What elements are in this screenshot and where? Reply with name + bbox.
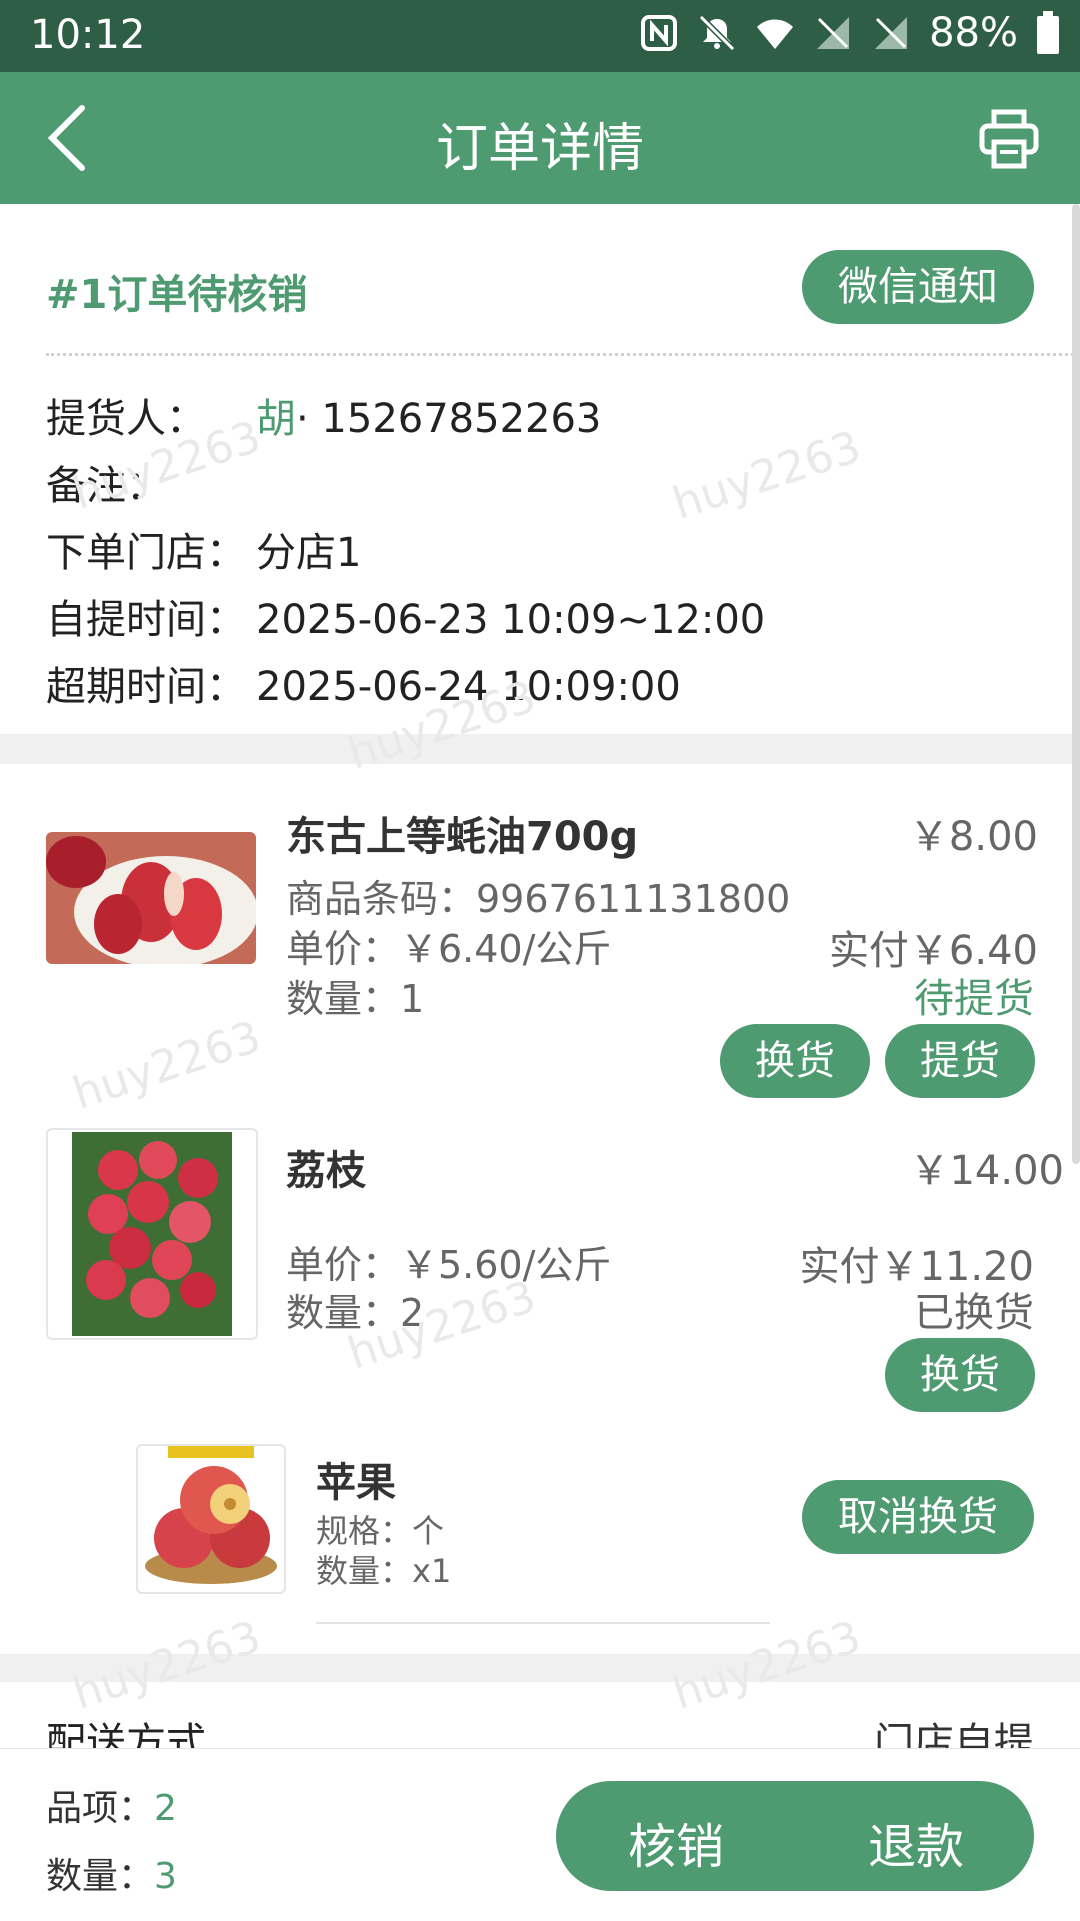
- note-label: 备注：: [46, 463, 166, 509]
- product-name: 东古上等蚝油700g: [286, 814, 639, 860]
- expire-time-value: 2025-06-24 10:09:00: [256, 664, 681, 710]
- delivery-value: 门店自提: [874, 1720, 1034, 1748]
- pickup-button[interactable]: 提货: [885, 1024, 1035, 1098]
- product-price: ￥14.00: [909, 1148, 1064, 1194]
- product-quantity: 数量：2: [286, 1291, 425, 1335]
- scrollbar[interactable]: [1072, 204, 1080, 1164]
- exchange-item-name: 苹果: [316, 1460, 396, 1506]
- exchange-button[interactable]: 换货: [885, 1338, 1035, 1412]
- quantity-label: 数量：: [46, 1856, 155, 1897]
- items-label: 品项：: [46, 1788, 155, 1829]
- section-separator: [0, 1654, 1080, 1682]
- pickup-person-row: 提货人： 胡· 15267852263: [46, 386, 601, 444]
- exchange-item-image-apple: [136, 1444, 286, 1594]
- action-button-group: 核销 退款: [556, 1781, 1034, 1891]
- expire-time-row: 超期时间： 2025-06-24 10:09:00: [46, 654, 681, 712]
- product-price: ￥8.00: [908, 814, 1038, 860]
- top-app-bar: 订单详情: [0, 72, 1080, 204]
- product-status: 已换货: [914, 1290, 1034, 1336]
- delivery-row: 配送方式 门店自提: [0, 1682, 1080, 1748]
- bell-off-icon: [698, 14, 736, 52]
- quantity-value: 3: [154, 1856, 177, 1897]
- wechat-notify-button[interactable]: 微信通知: [802, 250, 1034, 324]
- battery-icon: [1037, 11, 1059, 54]
- store-row: 下单门店： 分店1: [46, 520, 361, 578]
- watermark: huy2263: [66, 1011, 267, 1120]
- watermark: huy2263: [666, 421, 867, 530]
- wifi-icon: [757, 19, 794, 49]
- status-icons: 88%: [639, 10, 1060, 56]
- exchange-item-quantity: 数量：x1: [316, 1552, 452, 1590]
- store-label: 下单门店：: [46, 530, 246, 576]
- refund-button[interactable]: 退款: [868, 1807, 964, 1877]
- product-image-oyster-sauce: [46, 832, 256, 964]
- product-quantity: 数量：1: [286, 977, 425, 1021]
- bottom-bar: 品项：2 数量：3 核销 退款: [0, 1748, 1080, 1921]
- pickup-time-label: 自提时间：: [46, 597, 246, 643]
- items-value: 2: [154, 1788, 177, 1829]
- cancel-exchange-button[interactable]: 取消换货: [802, 1480, 1034, 1554]
- note-row: 备注：: [46, 453, 256, 511]
- product-image-lychee: [46, 1128, 258, 1340]
- section-separator: [0, 734, 1080, 764]
- printer-icon[interactable]: [978, 108, 1040, 170]
- sim-signal-2-icon: [875, 17, 908, 49]
- exchange-button[interactable]: 换货: [720, 1024, 870, 1098]
- divider: [46, 353, 1080, 356]
- product-barcode: 商品条码：9967611131800: [286, 877, 791, 921]
- verify-button[interactable]: 核销: [628, 1807, 724, 1877]
- product-status: 待提货: [914, 976, 1034, 1022]
- pickup-person-phone: · 15267852263: [296, 396, 602, 442]
- pickup-time-row: 自提时间： 2025-06-23 10:09~12:00: [46, 587, 765, 645]
- items-count: 品项：2: [46, 1779, 177, 1831]
- sim-signal-icon: [817, 17, 850, 49]
- page-title: 订单详情: [435, 119, 644, 179]
- battery-percent: 88%: [929, 10, 1018, 56]
- status-bar: 10:12 88%: [0, 0, 1080, 72]
- product-unit-price: 单价：￥6.40/公斤: [286, 927, 612, 971]
- exchange-divider: [316, 1622, 770, 1624]
- delivery-label: 配送方式: [46, 1720, 206, 1748]
- order-status-title: #1订单待核销: [46, 272, 308, 318]
- status-time: 10:12: [30, 12, 146, 58]
- pickup-person-name: 胡: [256, 396, 296, 442]
- pickup-person-label: 提货人：: [46, 396, 206, 442]
- nfc-icon: [641, 15, 678, 51]
- store-value: 分店1: [256, 530, 362, 576]
- pickup-time-value: 2025-06-23 10:09~12:00: [256, 597, 766, 643]
- product-name: 荔枝: [286, 1148, 366, 1194]
- product-unit-price: 单价：￥5.60/公斤: [286, 1243, 612, 1287]
- expire-time-label: 超期时间：: [46, 664, 246, 710]
- quantity-count: 数量：3: [46, 1847, 177, 1899]
